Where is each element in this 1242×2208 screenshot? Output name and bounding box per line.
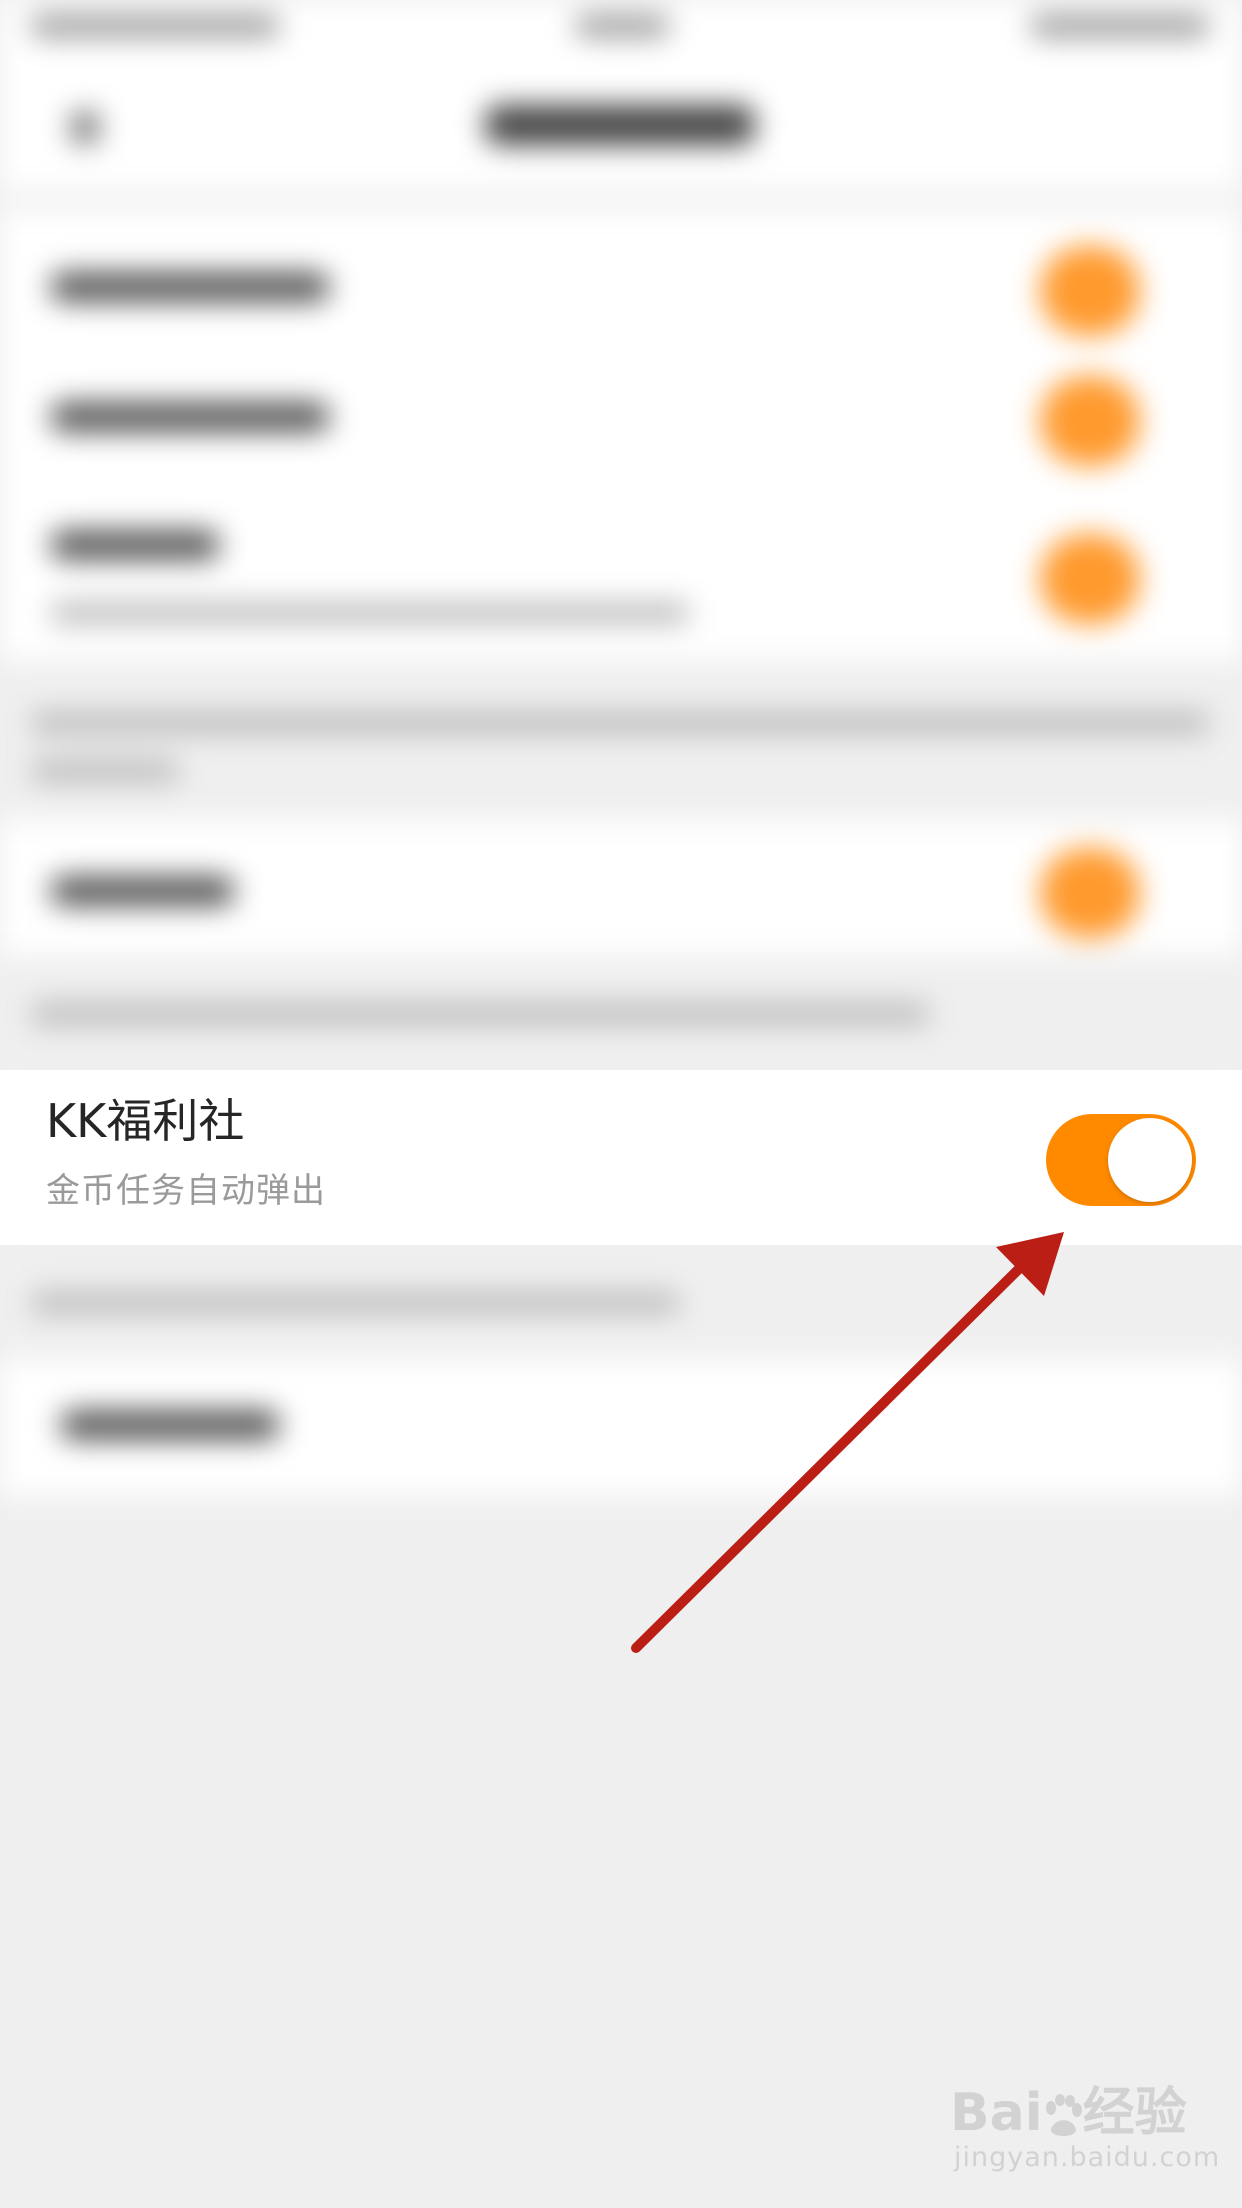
- toggle-knob: [1108, 1118, 1192, 1202]
- setting-subtitle: 金币任务自动弹出: [46, 1171, 326, 1211]
- watermark-logo: Bai 经验: [950, 2070, 1187, 2145]
- watermark-brand-left: Bai: [950, 2083, 1043, 2143]
- auto-popup-toggle[interactable]: [1046, 1114, 1196, 1206]
- watermark-url: jingyan.baidu.com: [954, 2142, 1221, 2173]
- baidu-paw-icon: [1045, 2094, 1082, 2136]
- watermark-brand-right: 经验: [1082, 2083, 1187, 2143]
- setting-title: KK福利社: [46, 1094, 245, 1148]
- baidu-watermark: Bai 经验 jingyan.baidu.com: [950, 2070, 1219, 2190]
- setting-row-kk-welfare: KK福利社 金币任务自动弹出: [0, 1070, 1242, 1245]
